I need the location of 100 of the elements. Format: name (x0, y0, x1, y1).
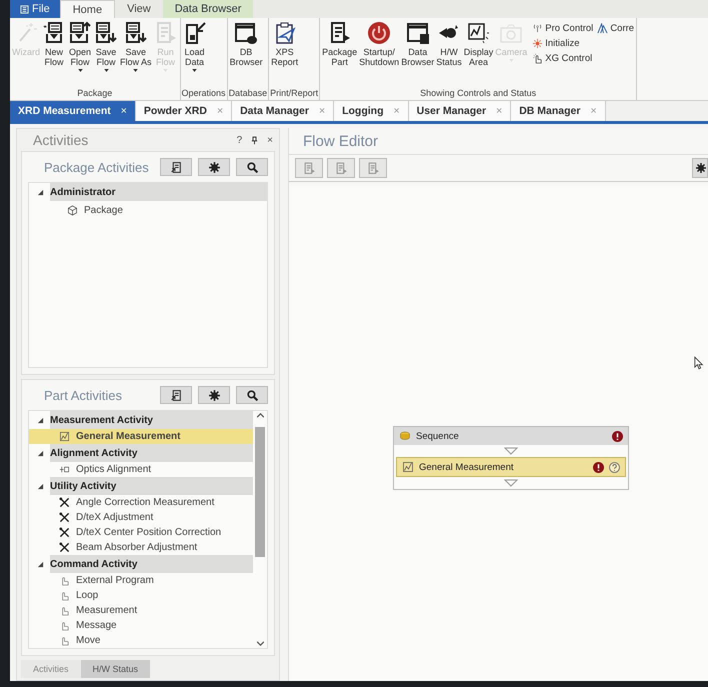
settings-button[interactable] (198, 158, 230, 176)
pane-title: Flow Editor (302, 132, 380, 152)
sequence-header[interactable]: Sequence (394, 427, 628, 445)
help-button[interactable]: ? (236, 134, 242, 146)
window-database-icon (234, 21, 258, 45)
document-arrow-icon (68, 21, 92, 45)
flow-step[interactable]: General Measurement (396, 457, 626, 477)
ribbon-button[interactable]: Open Flow (67, 18, 94, 88)
tools-icon (59, 512, 70, 523)
ribbon-button[interactable]: New Flow (41, 18, 68, 88)
ribbon-button[interactable]: XPS Report (270, 18, 300, 88)
menu-tab[interactable]: Data Browser (162, 0, 254, 18)
flow-node[interactable]: Sequence General Measurement (393, 426, 629, 490)
ribbon-small-button[interactable]: Pro Control (531, 22, 594, 35)
expanded-arrow-icon[interactable] (37, 188, 44, 196)
chart-icon (466, 21, 490, 45)
expanded-arrow-icon[interactable] (37, 450, 44, 456)
ribbon-button[interactable]: Load Data (182, 18, 208, 88)
step-label: Sequence (416, 430, 460, 442)
document-arrow-icon (124, 21, 148, 45)
ribbon-group-label: Print/Report (270, 88, 318, 100)
document-arrow-icon (94, 21, 118, 45)
document-play-icon (366, 162, 380, 174)
document-play-icon (334, 162, 348, 174)
ribbon-button[interactable]: DB Browser (228, 18, 264, 88)
menu-tab[interactable]: View (115, 0, 163, 18)
scroll-up-icon[interactable] (256, 413, 264, 418)
ribbon-button[interactable]: Data Browser (400, 18, 436, 88)
pin-icon[interactable] (250, 136, 260, 144)
document-play-icon (302, 162, 316, 174)
scrollbar-thumb[interactable] (255, 427, 265, 557)
ribbon-button[interactable]: Package Part (321, 18, 358, 88)
mouse-cursor-icon (694, 356, 704, 370)
ribbon-button[interactable]: Save Flow As (119, 18, 153, 88)
tree-item[interactable]: Message (29, 618, 253, 633)
tree-item[interactable]: D/teX Center Position Correction (29, 525, 253, 540)
chart-icon (59, 431, 70, 442)
tree-item[interactable]: D/teX Adjustment (29, 510, 253, 525)
import-button[interactable] (160, 386, 192, 404)
scroll-down-icon[interactable] (256, 641, 264, 646)
tools-icon (59, 497, 70, 508)
expanded-arrow-icon[interactable] (37, 482, 44, 490)
document-tab[interactable]: XRD Measurement × (10, 101, 136, 121)
tools-icon (59, 542, 70, 553)
tools-icon (59, 527, 70, 538)
tree-item[interactable]: External Program (29, 573, 253, 588)
document-tab[interactable]: Powder XRD × (136, 101, 232, 121)
document-tab[interactable]: Data Manager × (232, 101, 334, 121)
ribbon-small-button[interactable]: Corre (596, 22, 636, 35)
power-icon (367, 21, 392, 45)
tree-group-header[interactable]: Command Activity (50, 555, 253, 573)
settings-button[interactable] (198, 386, 230, 404)
tree-item[interactable]: Loop (29, 588, 253, 603)
box-icon (67, 204, 78, 216)
tree-item[interactable]: Beam Absorber Adjustment (29, 540, 253, 555)
import-button[interactable] (160, 158, 192, 176)
settings-button[interactable] (692, 158, 708, 178)
ribbon-group-label: Showing Controls and Status (419, 88, 538, 100)
pane-title: Activities (33, 132, 90, 148)
close-tab-button[interactable]: × (120, 105, 127, 117)
ribbon-button[interactable]: Save Flow (93, 18, 120, 88)
search-button[interactable] (236, 386, 268, 404)
down-arrow-icon (504, 447, 518, 455)
search-button[interactable] (236, 158, 268, 176)
ribbon-button[interactable]: H/W Status (435, 18, 463, 88)
tree-item[interactable]: Package (29, 201, 267, 219)
tree-group-header[interactable]: Utility Activity (50, 477, 253, 495)
peaks-icon (597, 23, 608, 34)
chart-icon (402, 461, 414, 473)
tree-group-header[interactable]: Alignment Activity (50, 444, 253, 462)
coin-stack-icon (399, 430, 411, 442)
tree-item[interactable]: Measurement (29, 603, 253, 618)
menu-tab[interactable]: Home (60, 0, 116, 18)
ribbon-group-label: Database (228, 88, 268, 100)
document-tab[interactable]: User Manager × (408, 101, 512, 121)
tree-item[interactable]: Angle Correction Measurement (29, 495, 253, 510)
help-icon[interactable] (609, 462, 620, 472)
expanded-arrow-icon[interactable] (37, 560, 44, 568)
menu-tab[interactable]: File (10, 0, 60, 18)
ribbon-small-button[interactable]: XG Control (531, 52, 594, 65)
ribbon-button[interactable]: Startup/ Shutdown (358, 18, 400, 88)
search-icon (246, 388, 258, 402)
tree-group-header[interactable]: Administrator (50, 183, 267, 201)
tree-item[interactable]: Optics Alignment (29, 462, 253, 477)
tree-group-header[interactable]: Measurement Activity (50, 411, 253, 429)
tree-item[interactable]: General Measurement (29, 429, 253, 444)
search-icon (246, 160, 258, 174)
ribbon-group-label: Package (76, 88, 114, 100)
alignment-icon (59, 464, 70, 475)
ribbon-button[interactable]: Display Area (462, 18, 494, 88)
close-button[interactable]: × (267, 134, 273, 146)
pane-tab[interactable]: H/W Status (80, 660, 150, 678)
step-label: General Measurement (419, 462, 515, 472)
document-tab[interactable]: Logging × (334, 101, 409, 121)
document-tab[interactable]: DB Manager × (511, 101, 606, 121)
ribbon-small-button[interactable]: Initialize (531, 37, 594, 50)
down-arrow-icon (504, 479, 518, 487)
tree-item[interactable]: Move (29, 633, 253, 648)
expanded-arrow-icon[interactable] (37, 416, 44, 424)
section-title: Part Activities (44, 388, 124, 402)
